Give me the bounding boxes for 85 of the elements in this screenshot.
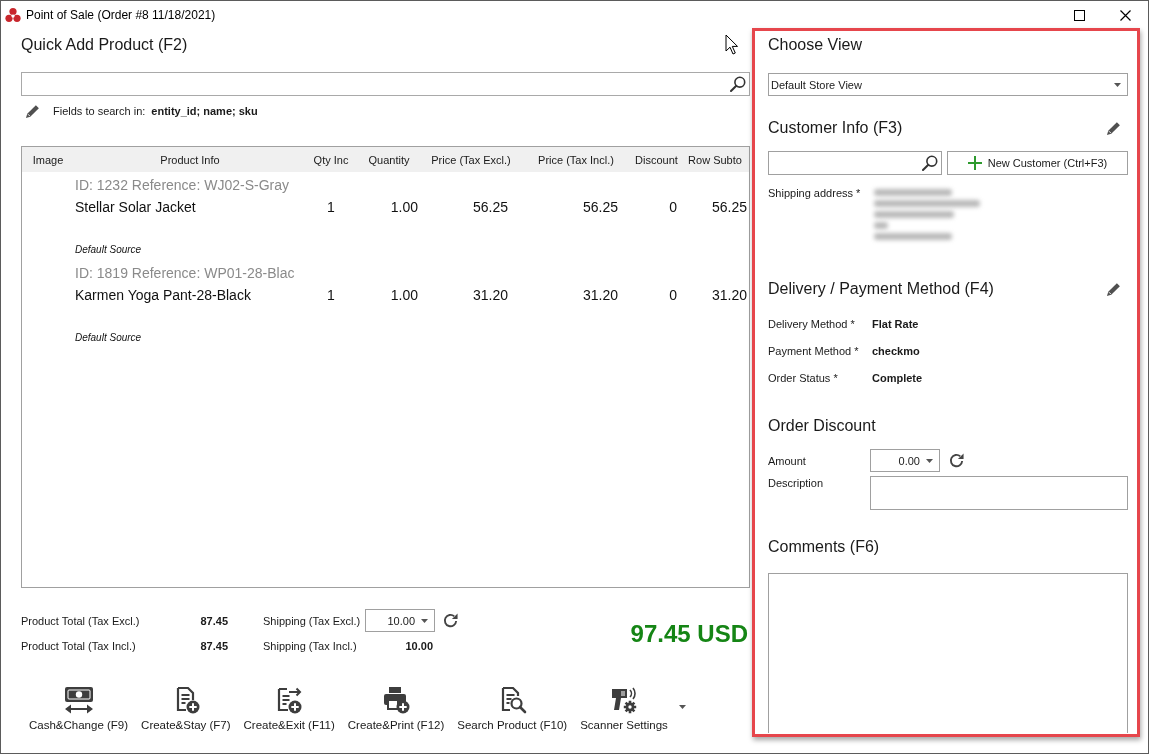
comments-field[interactable] <box>768 573 1128 733</box>
field-value: Complete <box>872 371 923 384</box>
field-label: Shipping address * <box>768 186 861 200</box>
plus-icon <box>967 156 982 170</box>
toolbar-button[interactable]: Scanner Settings <box>578 682 670 734</box>
total-label: Product Total (Tax Excl.) <box>21 614 140 627</box>
total-value: 87.45 <box>200 640 228 652</box>
description-field[interactable] <box>870 476 1128 510</box>
scanner-gear-icon <box>609 686 639 714</box>
table-cell-text: 56.25 <box>472 198 508 217</box>
pencil-icon[interactable] <box>1106 120 1121 136</box>
caret-icon[interactable] <box>678 705 686 709</box>
toolbar-button[interactable]: Create&Print (F12) <box>345 682 447 734</box>
store-view-dropdown[interactable]: Default Store View <box>768 73 1128 96</box>
field-value: checkmo <box>872 344 920 357</box>
column-header: Product Info <box>160 153 220 166</box>
customer-search-field[interactable] <box>768 151 942 175</box>
column-header: Price (Tax Excl.) <box>431 153 511 166</box>
grand-total: 97.45 USD <box>630 619 748 648</box>
product-source: Default Source <box>75 243 142 257</box>
close-icon <box>1119 9 1131 21</box>
table-cell-text: 1 <box>327 286 335 305</box>
table-cell-text: 56.25 <box>711 198 747 217</box>
refresh-icon[interactable] <box>948 452 965 469</box>
new-customer-button[interactable]: New Customer (Ctrl+F3) <box>947 151 1128 175</box>
pencil-icon[interactable] <box>1106 281 1121 297</box>
table-cell-text: 31.20 <box>711 286 747 305</box>
total-value: 87.45 <box>200 614 228 627</box>
shipping-label: Shipping (Tax Excl.) <box>263 614 361 627</box>
column-header: Price (Tax Incl.) <box>538 153 614 166</box>
caret-icon <box>926 458 933 463</box>
discount-amount-dropdown[interactable]: 0.00 <box>870 449 940 472</box>
table-cell-text: 1.00 <box>390 286 418 305</box>
field-label: Order Status * <box>768 370 838 385</box>
column-header: Discount <box>635 153 678 166</box>
toolbar-button[interactable]: Cash&Change (F9) <box>27 682 131 734</box>
table-cell-text: 0 <box>669 198 677 217</box>
table-cell-text: 56.25 <box>582 198 618 217</box>
table-cell-text: 31.20 <box>582 286 618 305</box>
printer-plus-icon <box>381 686 411 714</box>
product-reference: ID: 1819 Reference: WP01-28-Blac <box>75 264 295 283</box>
caret-icon <box>1114 82 1121 87</box>
field-value: Flat Rate <box>872 317 919 330</box>
product-reference: ID: 1232 Reference: WJ02-S-Gray <box>75 176 289 195</box>
table-cell-text: 1 <box>327 198 335 217</box>
toolbar-button[interactable]: Create&Exit (F11) <box>241 682 337 734</box>
table-cell-text: 1.00 <box>390 198 418 217</box>
table-cell-text: 0 <box>669 286 677 305</box>
product-source: Default Source <box>75 331 142 345</box>
search-icon[interactable] <box>730 76 746 92</box>
section-title: Quick Add Product (F2) <box>21 35 188 55</box>
shipping-label: Shipping (Tax Incl.) <box>263 640 357 652</box>
mouse-pointer-icon <box>725 34 738 55</box>
product-name: Karmen Yoga Pant-28-Black <box>75 286 251 305</box>
logo-icon <box>5 7 21 23</box>
caret-icon <box>421 618 428 623</box>
field-label: Amount <box>768 453 806 468</box>
section-title: Order Discount <box>768 416 876 436</box>
section-title: Choose View <box>768 35 862 55</box>
section-title: Customer Info (F3) <box>768 118 903 138</box>
section-title: Delivery / Payment Method (F4) <box>768 279 994 299</box>
field-label: Payment Method * <box>768 343 859 358</box>
product-name: Stellar Solar Jacket <box>75 198 196 217</box>
toolbar-button[interactable]: Search Product (F10) <box>455 682 570 734</box>
field-label: Description <box>768 476 824 490</box>
column-header: Row Subto <box>688 153 742 166</box>
search-icon[interactable] <box>922 155 938 171</box>
product-search-field[interactable] <box>21 72 750 96</box>
refresh-icon[interactable] <box>442 612 459 629</box>
column-header: Image <box>32 153 64 166</box>
banknote-arrows-icon <box>63 686 94 714</box>
column-header: Qty Inc <box>313 153 349 166</box>
shipping-amount-dropdown[interactable]: 10.00 <box>365 609 435 632</box>
search-fields-label: Fields to search in: <box>53 105 146 117</box>
table-cell-text: 31.20 <box>472 286 508 305</box>
pencil-icon <box>25 103 40 119</box>
field-label: Delivery Method * <box>768 316 855 331</box>
shipping-value: 10.00 <box>405 640 433 652</box>
search-fields-value: entity_id; name; sku <box>151 105 258 117</box>
section-title: Comments (F6) <box>768 537 880 557</box>
toolbar-button[interactable]: Create&Stay (F7) <box>139 682 233 734</box>
maximize-icon <box>1073 9 1085 21</box>
column-header: Quantity <box>368 153 410 166</box>
window-title: Point of Sale (Order #8 11/18/2021) <box>26 8 217 22</box>
total-label: Product Total (Tax Incl.) <box>21 640 136 652</box>
